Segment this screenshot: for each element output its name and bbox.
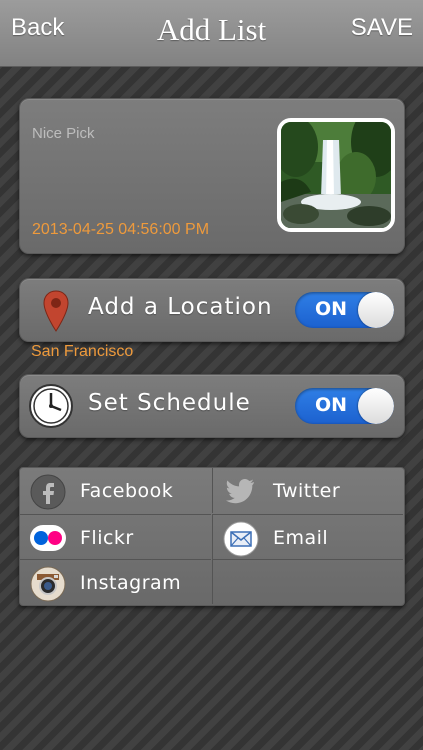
location-toggle-state: ON bbox=[315, 298, 348, 320]
navigation-bar: Back Add List SAVE bbox=[0, 0, 423, 67]
save-button[interactable]: SAVE bbox=[351, 14, 413, 42]
clock-icon bbox=[29, 384, 73, 428]
share-email-label: Email bbox=[273, 527, 329, 549]
schedule-toggle[interactable]: ON bbox=[295, 388, 394, 424]
location-value: San Francisco bbox=[31, 343, 134, 360]
pick-photo[interactable] bbox=[277, 118, 395, 232]
flickr-icon bbox=[30, 525, 66, 551]
share-email[interactable]: Email bbox=[212, 514, 403, 559]
schedule-row: Set Schedule ON bbox=[19, 374, 405, 438]
share-facebook[interactable]: Facebook bbox=[20, 468, 211, 513]
share-instagram[interactable]: Instagram bbox=[20, 559, 211, 604]
share-twitter-label: Twitter bbox=[273, 480, 341, 502]
share-twitter[interactable]: Twitter bbox=[212, 468, 403, 513]
pick-card: Nice Pick 2013-04-25 04:56:00 PM bbox=[19, 98, 405, 254]
location-toggle[interactable]: ON bbox=[295, 292, 394, 328]
share-instagram-label: Instagram bbox=[80, 572, 182, 594]
map-pin-icon bbox=[43, 290, 69, 332]
pick-datetime: 2013-04-25 04:56:00 PM bbox=[32, 221, 210, 238]
share-empty-cell bbox=[212, 559, 403, 604]
twitter-icon bbox=[226, 479, 254, 504]
instagram-icon bbox=[30, 566, 66, 602]
waterfall-photo-image bbox=[281, 122, 391, 228]
email-icon bbox=[223, 521, 259, 557]
schedule-toggle-state: ON bbox=[315, 394, 348, 416]
share-flickr[interactable]: Flickr bbox=[20, 514, 211, 559]
pick-name: Nice Pick bbox=[32, 125, 95, 142]
share-grid: Facebook Twitter Flickr Email Instagram bbox=[19, 467, 405, 606]
schedule-toggle-knob bbox=[358, 388, 394, 424]
location-row: Add a Location ON bbox=[19, 278, 405, 342]
share-facebook-label: Facebook bbox=[80, 480, 174, 502]
facebook-icon bbox=[30, 474, 66, 510]
location-toggle-knob bbox=[358, 292, 394, 328]
share-flickr-label: Flickr bbox=[80, 527, 134, 549]
schedule-label: Set Schedule bbox=[88, 390, 251, 416]
location-label: Add a Location bbox=[88, 294, 273, 320]
